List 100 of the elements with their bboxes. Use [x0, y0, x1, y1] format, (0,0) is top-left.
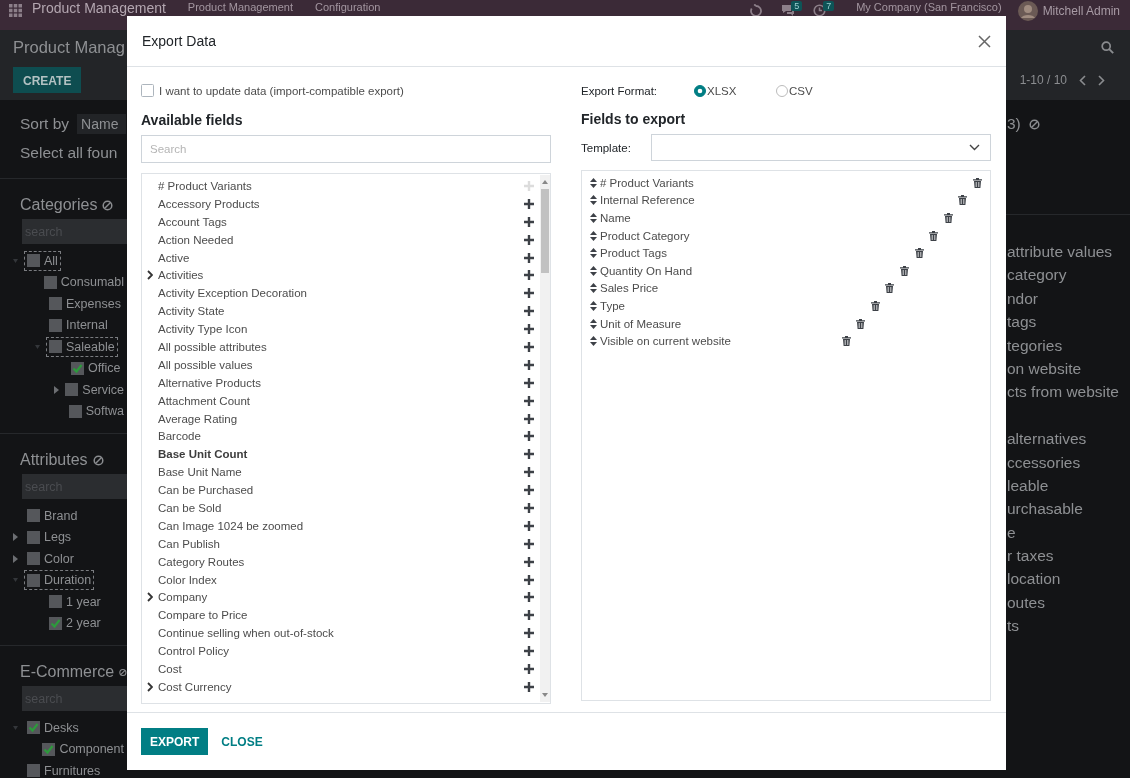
clock-icon[interactable] [813, 4, 827, 17]
add-icon[interactable] [524, 431, 534, 442]
search-icon[interactable] [1101, 41, 1114, 54]
field-name[interactable]: Company [158, 591, 524, 604]
field-name[interactable]: Cost [158, 663, 524, 675]
trash-icon[interactable] [870, 300, 880, 311]
filter-label[interactable]: 1 year [66, 594, 101, 609]
field-name[interactable]: Barcode [158, 430, 524, 443]
filter-label[interactable]: Component [59, 742, 124, 757]
filter-label[interactable]: Furnitures [44, 763, 101, 778]
sort-handle-icon[interactable] [590, 195, 597, 206]
field-name[interactable]: Activity Type Icon [158, 323, 524, 336]
add-icon[interactable] [524, 538, 534, 549]
checkbox[interactable] [49, 595, 62, 609]
field-name[interactable]: Can be Sold [158, 501, 524, 514]
field-name[interactable]: Product Tags [600, 247, 667, 260]
chevron-right-icon[interactable] [147, 270, 153, 281]
add-icon[interactable] [524, 270, 534, 281]
add-icon[interactable] [524, 413, 534, 424]
checkbox-label[interactable]: I want to update data (import-compatible export) [159, 84, 404, 97]
selected-radio[interactable] [694, 84, 706, 97]
add-icon[interactable] [524, 288, 534, 299]
filter-label[interactable]: Expenses [66, 296, 121, 311]
sort-handle-icon[interactable] [590, 283, 597, 294]
caret-right-icon[interactable] [12, 533, 18, 542]
field-name[interactable]: Alternative Products [158, 376, 524, 389]
menu-option[interactable]: ccessories [1007, 450, 1130, 474]
menu-option[interactable]: tags [1007, 310, 1130, 334]
field-name[interactable]: Active [158, 251, 524, 264]
checkbox[interactable] [27, 509, 40, 523]
field-name[interactable]: Internal Reference [600, 194, 695, 207]
avatar[interactable] [1017, 1, 1038, 21]
menu-option[interactable]: category [1007, 263, 1130, 287]
filter-label[interactable]: Consumabl [60, 275, 124, 290]
add-icon[interactable] [524, 198, 534, 209]
field-name[interactable]: Base Unit Count [158, 448, 524, 461]
field-name[interactable]: Color Index [158, 573, 524, 586]
sort-handle-icon[interactable] [590, 300, 597, 311]
menu-option[interactable]: on website [1007, 356, 1130, 381]
menu-option[interactable]: ts [1007, 614, 1130, 638]
export-button[interactable]: EXPORT [141, 728, 209, 755]
add-icon[interactable] [524, 377, 534, 388]
checkbox[interactable] [49, 340, 62, 354]
filter-label[interactable]: Color [44, 551, 74, 566]
trash-icon[interactable] [914, 248, 924, 259]
apps-menu-icon[interactable] [9, 4, 22, 17]
select-all-link[interactable]: Select all foun [20, 144, 118, 162]
app-name[interactable]: Product Management [32, 1, 166, 15]
add-icon[interactable] [524, 592, 534, 603]
add-icon[interactable] [524, 306, 534, 317]
field-name[interactable]: Name [600, 212, 631, 224]
trash-icon[interactable] [958, 195, 968, 206]
menu-option[interactable]: ndor [1007, 286, 1130, 311]
menu-item[interactable]: Product Management [187, 1, 294, 14]
add-icon[interactable] [524, 610, 534, 621]
sort-handle-icon[interactable] [590, 318, 597, 329]
sort-handle-icon[interactable] [590, 336, 597, 347]
chevron-right-icon[interactable] [147, 681, 153, 692]
clear-icon[interactable] [102, 199, 114, 211]
field-name[interactable]: Compare to Price [158, 609, 524, 622]
menu-option[interactable]: alternatives [1007, 427, 1130, 451]
clear-icon[interactable] [92, 454, 104, 466]
add-icon[interactable] [524, 395, 534, 406]
add-icon[interactable] [524, 681, 534, 692]
field-name[interactable]: Account Tags [158, 215, 524, 228]
field-name[interactable]: Control Policy [158, 645, 524, 658]
checkbox[interactable] [27, 530, 40, 544]
trash-icon[interactable] [943, 213, 953, 223]
chat-icon[interactable] [781, 4, 796, 16]
chevron-right-icon[interactable] [147, 592, 153, 603]
filter-label[interactable]: 2 year [66, 616, 101, 631]
checkbox[interactable] [141, 84, 154, 97]
field-name[interactable]: Visible on current website [600, 335, 731, 348]
checked-checkbox[interactable] [71, 361, 84, 375]
add-icon[interactable] [524, 664, 534, 674]
field-name[interactable]: Can be Purchased [158, 484, 524, 497]
radio-label[interactable]: CSV [789, 84, 813, 97]
add-icon[interactable] [524, 574, 534, 585]
menu-option[interactable]: leable [1007, 473, 1130, 498]
field-name[interactable]: All possible values [158, 358, 524, 371]
caret-right-icon[interactable] [12, 554, 18, 563]
previous-icon[interactable] [1079, 74, 1086, 86]
create-button[interactable]: CREATE [13, 67, 82, 93]
add-icon[interactable] [524, 628, 534, 639]
add-icon[interactable] [524, 485, 534, 496]
menu-option[interactable]: cts from website [1007, 380, 1130, 404]
trash-icon[interactable] [900, 265, 909, 276]
add-icon[interactable] [524, 467, 534, 478]
menu-option[interactable]: attribute values [1007, 240, 1130, 264]
trash-icon[interactable] [841, 336, 851, 347]
field-name[interactable]: # Product Variants [600, 176, 694, 189]
field-name[interactable]: Product Category [600, 229, 690, 242]
add-icon[interactable] [524, 341, 534, 352]
field-name[interactable]: Can Image 1024 be zoomed [158, 519, 524, 532]
pager-value[interactable]: 1-10 / 10 [1019, 73, 1067, 87]
field-name[interactable]: Activities [158, 269, 524, 282]
trash-icon[interactable] [973, 177, 982, 188]
filter-label[interactable]: Softwa [85, 404, 124, 419]
filter-label[interactable]: Legs [44, 530, 72, 545]
checked-checkbox[interactable] [49, 616, 62, 630]
